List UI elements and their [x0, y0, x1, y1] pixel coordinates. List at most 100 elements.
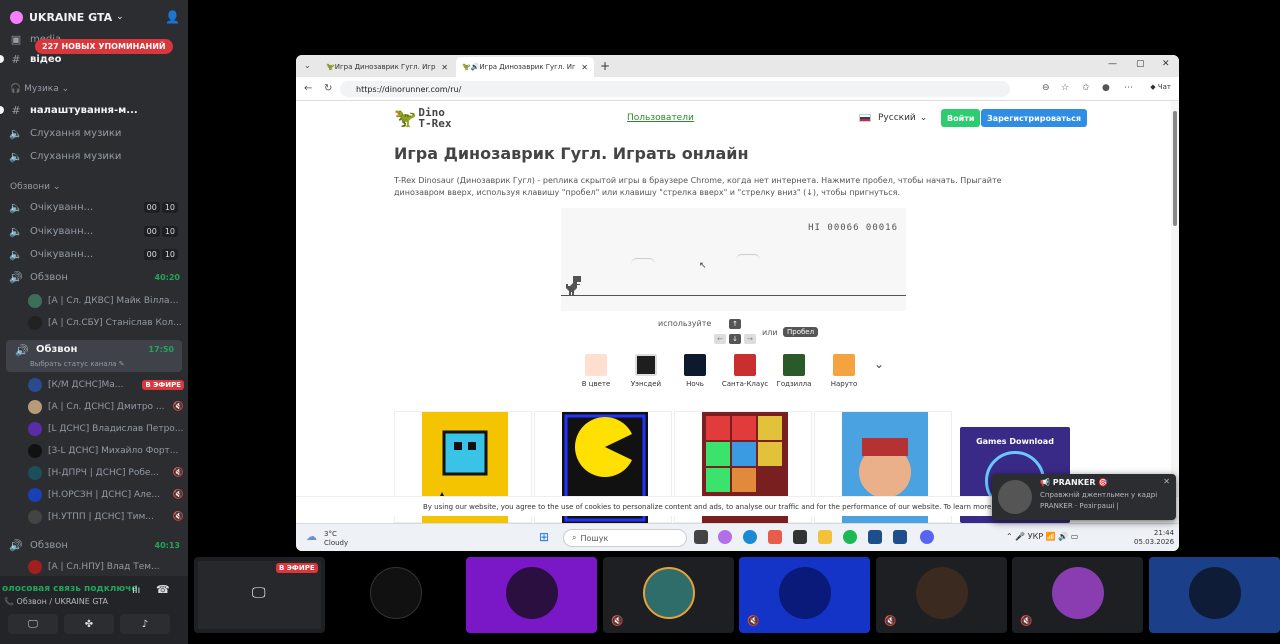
- participant-tile[interactable]: [330, 557, 461, 633]
- skin-wednesday[interactable]: Уэнсдей: [618, 354, 674, 388]
- reload-icon[interactable]: ↻: [324, 83, 332, 94]
- channel-music-voice-1[interactable]: 🔈 Слухання музики: [0, 122, 188, 144]
- noise-suppression-icon[interactable]: ılı: [132, 585, 140, 596]
- voice-user[interactable]: [К/М ДСНС]Ма... В ЭФИРЕ: [28, 375, 184, 395]
- santa-dino-icon: [734, 354, 756, 376]
- edge-app-icon[interactable]: [743, 530, 757, 544]
- category-calls[interactable]: Обзвони ⌄: [10, 182, 60, 192]
- skin-godzilla[interactable]: Годзилла: [766, 354, 822, 388]
- more-skins-chevron-icon[interactable]: ⌄: [874, 357, 884, 371]
- spotify-icon[interactable]: [843, 530, 857, 544]
- system-tray[interactable]: ⌃ 🎤 УКР 📶 🔊 ▭: [1006, 532, 1078, 541]
- skin-colored[interactable]: В цвете: [568, 354, 624, 388]
- profile-icon[interactable]: ●: [1102, 83, 1110, 93]
- skin-santa[interactable]: Санта-Клаус: [717, 354, 773, 388]
- channel-status-hint[interactable]: Выбрать статус канала ✎: [30, 360, 125, 368]
- close-tab-icon[interactable]: ✕: [581, 63, 588, 72]
- close-icon[interactable]: ✕: [1163, 477, 1170, 486]
- pencil-icon: ✎: [118, 360, 125, 368]
- channel-waiting-1[interactable]: 🔈 Очікуванн... 00 10: [0, 196, 188, 218]
- mouse-cursor-icon: ↖: [699, 261, 707, 271]
- file-explorer-icon[interactable]: [818, 530, 832, 544]
- favorite-star-icon[interactable]: ☆: [1061, 83, 1069, 93]
- url-field[interactable]: https://dinorunner.com/ru/: [340, 81, 1010, 97]
- server-header[interactable]: UKRAINE GTA ⌄ 👤: [0, 0, 188, 34]
- activities-icon: ✤: [84, 618, 94, 630]
- voice-user[interactable]: [Н-ДПРЧ | ДСНС] Робе... 🔇: [28, 463, 184, 483]
- browser-tab-2[interactable]: 🦖 🔊 Игра Динозаврик Гугл. Играт✕: [456, 57, 594, 77]
- screen-share-button[interactable]: 🖵: [8, 614, 58, 634]
- disconnect-icon[interactable]: ☎: [156, 583, 170, 596]
- copilot-chat-button[interactable]: ◆ Чат: [1150, 83, 1171, 91]
- minimize-icon[interactable]: —: [1108, 59, 1117, 69]
- system-clock[interactable]: 21:44 05.03.2026: [1134, 529, 1174, 547]
- register-button[interactable]: Зарегистрироваться: [981, 109, 1087, 127]
- skin-night[interactable]: Ночь: [667, 354, 723, 388]
- voice-user[interactable]: [З-L ДСНС] Михайло Форт...: [28, 441, 184, 461]
- voice-user[interactable]: [L ДСНС] Владислав Петро...: [28, 419, 184, 439]
- voice-user[interactable]: [А | Сл.НПУ] Влад Тем...: [28, 557, 184, 577]
- participant-tile[interactable]: 🔇: [876, 557, 1007, 633]
- add-member-icon[interactable]: 👤: [165, 10, 180, 24]
- close-tab-icon[interactable]: ✕: [441, 63, 448, 72]
- voice-channel-path[interactable]: 📞 Обзвон / UKRAINE GTA: [4, 597, 108, 606]
- dino-game-canvas[interactable]: HI 00066 00016 ↖: [561, 208, 906, 311]
- channel-call-3[interactable]: 🔊 Обзвон 40:13: [0, 534, 188, 556]
- notification-toast[interactable]: 📢 PRANKER 🎯 Справжній джентльмен у кадрі…: [992, 474, 1176, 520]
- close-window-icon[interactable]: ✕: [1162, 59, 1170, 69]
- voice-user[interactable]: [Н.ОРСЗН | ДСНС] Але... 🔇: [28, 485, 184, 505]
- favorites-icon[interactable]: ✩: [1082, 83, 1090, 93]
- copilot-app-icon[interactable]: [718, 530, 732, 544]
- maximize-icon[interactable]: ▢: [1136, 59, 1145, 69]
- channel-music-voice-2[interactable]: 🔈 Слухання музики: [0, 145, 188, 167]
- voice-user[interactable]: [А | Сл. ДСНС] Дмитро ... 🔇: [28, 397, 184, 417]
- speaker-icon: 🔈: [9, 224, 23, 238]
- participant-tile[interactable]: 🔇: [603, 557, 734, 633]
- voice-user[interactable]: [А | Сл.СБУ] Станіслав Кол...: [28, 313, 184, 333]
- soundboard-button[interactable]: ♪: [120, 614, 170, 634]
- task-view-icon[interactable]: [694, 530, 708, 544]
- participant-avatar: [916, 567, 968, 619]
- arrow-right-key: →: [744, 334, 756, 344]
- toast-message: Справжній джентльмен у кадрі: [1040, 491, 1158, 499]
- screen-share-icon: 🖵: [28, 618, 38, 630]
- participant-tile[interactable]: 🔇: [1012, 557, 1143, 633]
- participant-tile[interactable]: [1149, 557, 1280, 633]
- login-button[interactable]: Войти: [941, 109, 981, 127]
- tab-list-icon[interactable]: ⌄: [304, 61, 311, 70]
- app-icon[interactable]: [893, 530, 907, 544]
- language-selector[interactable]: Русский ⌄: [859, 113, 927, 123]
- godzilla-icon: [783, 354, 805, 376]
- weather-widget[interactable]: ☁ 3°C Cloudy: [306, 530, 348, 548]
- taskbar-search[interactable]: ⌕ Пошук: [563, 529, 687, 547]
- channel-call-1[interactable]: 🔊 Обзвон 40:20: [0, 266, 188, 288]
- new-tab-icon[interactable]: +: [600, 59, 610, 73]
- back-icon[interactable]: ←: [304, 83, 312, 94]
- new-mentions-badge[interactable]: 227 НОВЫХ УПОМИНАНИЙ: [35, 39, 173, 54]
- voice-user[interactable]: [Н.УТПП | ДСНС] Тим... 🔇: [28, 507, 184, 527]
- activities-button[interactable]: ✤: [64, 614, 114, 634]
- browser-tab-1[interactable]: 🦖 Игра Динозаврик Гугл. Играть он✕: [320, 57, 454, 77]
- site-logo[interactable]: 🦖 Dino T-Rex: [394, 107, 452, 129]
- participant-tile[interactable]: [466, 557, 597, 633]
- channel-music-settings[interactable]: # налаштування-м...: [0, 99, 188, 121]
- app-icon[interactable]: [793, 530, 807, 544]
- chrome-app-icon[interactable]: [768, 530, 782, 544]
- app-icon[interactable]: [868, 530, 882, 544]
- voice-user[interactable]: [А | Сл. ДКВС] Майк Віллан...: [28, 291, 184, 311]
- scrollbar-thumb[interactable]: [1173, 111, 1177, 226]
- more-icon[interactable]: ⋯: [1124, 83, 1133, 93]
- chevron-down-icon: ⌄: [52, 182, 61, 192]
- copilot-icon: ◆: [1150, 83, 1158, 91]
- participant-tile[interactable]: 🔇: [739, 557, 870, 633]
- discord-app-icon[interactable]: [920, 530, 934, 544]
- windows-start-icon[interactable]: ⊞: [539, 530, 549, 544]
- avatar: [28, 400, 42, 414]
- channel-waiting-3[interactable]: 🔈 Очікуванн... 00 10: [0, 243, 188, 265]
- category-music[interactable]: 🎧 Музика ⌄: [10, 84, 69, 94]
- skin-naruto[interactable]: Наруто: [816, 354, 872, 388]
- reading-icon[interactable]: ⊖: [1042, 83, 1050, 93]
- users-link[interactable]: Пользователи: [627, 113, 694, 123]
- channel-waiting-2[interactable]: 🔈 Очікуванн... 00 10: [0, 220, 188, 242]
- page-scrollbar[interactable]: [1171, 101, 1179, 523]
